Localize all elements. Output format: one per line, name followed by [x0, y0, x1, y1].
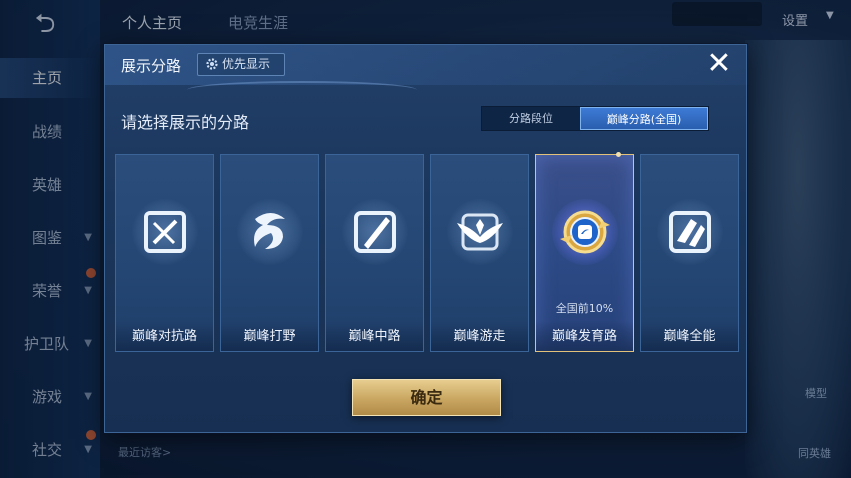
marksman-badge-icon: [552, 199, 618, 265]
slash-icon: [342, 199, 408, 265]
card-label: 巅峰全能: [663, 329, 716, 344]
game-screen: ⮌ 主页 战绩 英雄 图鉴 ▼ 荣誉 ▼ 护卫队 ▼ 游戏 ▼ 社交 ▼ 个人主页 电竞生…: [0, 0, 851, 478]
segment-peak-lane-national[interactable]: 巅峰分路(全国): [580, 107, 708, 130]
priority-display-button[interactable]: 优先显示: [197, 53, 285, 76]
dialog-subtitle: 请选择展示的分路: [121, 113, 250, 132]
card-label: 巅峰中路: [348, 329, 401, 344]
card-label: 巅峰对抗路: [131, 329, 197, 344]
priority-display-label: 优先显示: [222, 57, 271, 71]
card-label: 巅峰游走: [453, 329, 506, 344]
lane-card-allround[interactable]: 巅峰全能: [640, 154, 739, 352]
dragon-icon: [237, 199, 303, 265]
segment-lane-rank[interactable]: 分路段位: [482, 107, 580, 130]
allround-icon: [657, 199, 723, 265]
lane-card-mid[interactable]: 巅峰中路: [325, 154, 424, 352]
close-icon: ✕: [706, 46, 732, 81]
sword-icon: [132, 199, 198, 265]
lane-source-toggle: 分路段位 巅峰分路(全国): [481, 106, 709, 131]
wings-icon: [447, 199, 513, 265]
lane-card-marksman[interactable]: 全国前10% 巅峰发育路: [535, 152, 634, 352]
header-ornament: [187, 81, 417, 99]
dialog-title: 展示分路: [121, 57, 182, 75]
card-label: 巅峰发育路: [551, 329, 617, 344]
card-label: 巅峰打野: [243, 329, 296, 344]
close-button[interactable]: ✕: [705, 49, 733, 79]
lane-display-dialog: 展示分路 优先显示 ✕ 请选择展示的分路 分路段位 巅峰分路(全国) 巅峰对抗路…: [104, 44, 748, 433]
lane-card-jungle[interactable]: 巅峰打野: [220, 154, 319, 352]
confirm-button[interactable]: 确定: [352, 379, 501, 416]
rank-text: 全国前10%: [555, 302, 614, 315]
selection-corner: [616, 152, 621, 157]
gear-icon: [206, 58, 218, 70]
lane-card-top[interactable]: 巅峰对抗路: [115, 154, 214, 352]
lane-card-roam[interactable]: 巅峰游走: [430, 154, 529, 352]
